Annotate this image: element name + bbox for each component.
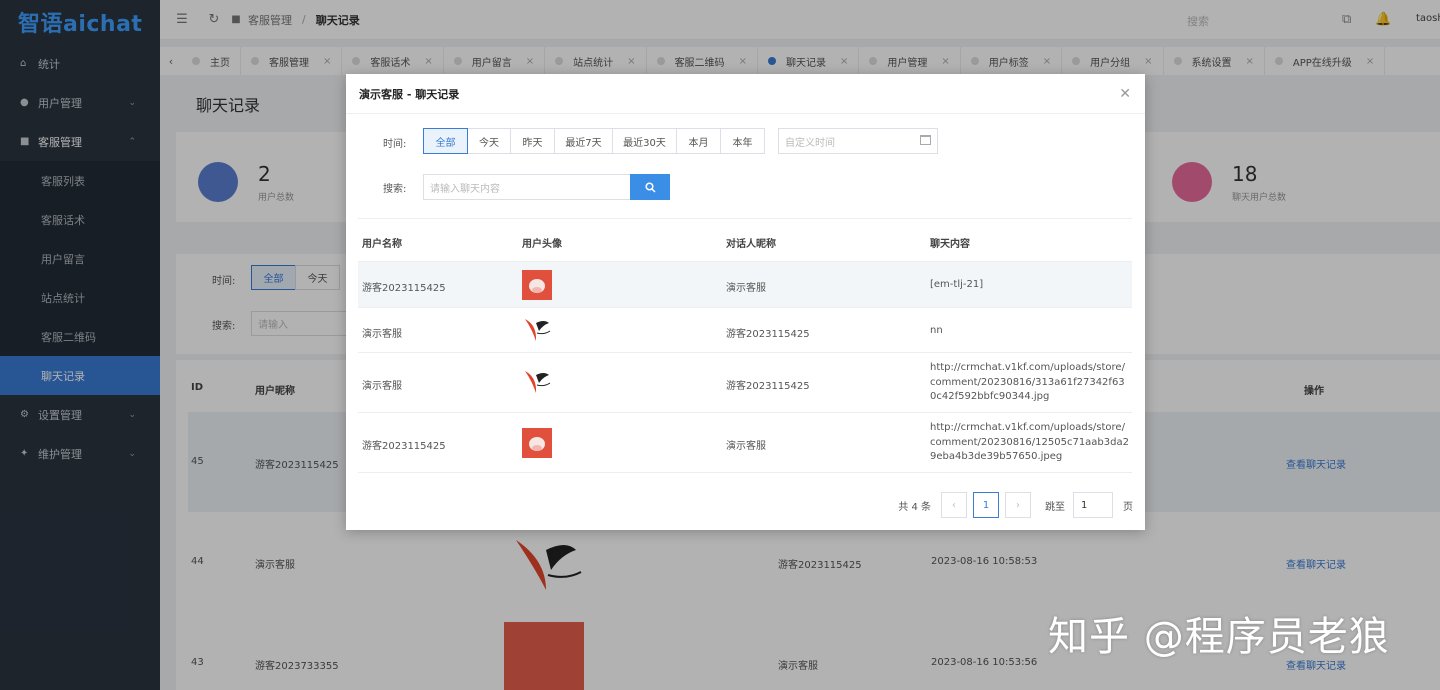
col-content: 聊天内容 bbox=[930, 239, 970, 250]
table-row[interactable]: 游客2023115425 演示客服 http://crmchat.v1kf.co… bbox=[358, 413, 1132, 473]
time-all-button[interactable]: 全部 bbox=[423, 128, 468, 154]
calendar-icon bbox=[920, 135, 931, 145]
search-placeholder: 请输入聊天内容 bbox=[430, 183, 500, 195]
col-user-name: 用户名称 bbox=[362, 239, 402, 250]
time-30days-button[interactable]: 最近30天 bbox=[612, 128, 677, 154]
time-month-button[interactable]: 本月 bbox=[676, 128, 721, 154]
time-label: 时间: bbox=[383, 139, 407, 150]
row-user-name: 演示客服 bbox=[362, 329, 402, 340]
total-count: 共 4 条 bbox=[898, 501, 931, 513]
row-peer: 游客2023115425 bbox=[726, 329, 810, 340]
row-user-name: 游客2023115425 bbox=[362, 441, 446, 452]
page-unit: 页 bbox=[1123, 501, 1133, 513]
next-page-button[interactable]: › bbox=[1005, 492, 1031, 518]
cow-icon bbox=[529, 437, 545, 451]
goto-label: 跳至 bbox=[1045, 501, 1065, 513]
time-year-button[interactable]: 本年 bbox=[720, 128, 765, 154]
table-row[interactable]: 游客2023115425 演示客服 [em-tlj-21] bbox=[358, 262, 1132, 308]
row-user-name: 演示客服 bbox=[362, 381, 402, 392]
row-user-name: 游客2023115425 bbox=[362, 283, 446, 294]
time-today-button[interactable]: 今天 bbox=[467, 128, 511, 154]
search-button[interactable] bbox=[630, 174, 670, 200]
prev-page-button[interactable]: ‹ bbox=[941, 492, 967, 518]
row-peer: 演示客服 bbox=[726, 283, 766, 294]
time-filter-group: 全部 今天 昨天 最近7天 最近30天 本月 本年 bbox=[423, 128, 765, 154]
pagination: 共 4 条 ‹ 1 › 跳至 1 页 bbox=[898, 492, 1133, 518]
time-7days-button[interactable]: 最近7天 bbox=[554, 128, 613, 154]
chat-table-header: 用户名称 用户头像 对话人昵称 聊天内容 bbox=[358, 218, 1132, 262]
chat-search-input[interactable]: 请输入聊天内容 bbox=[423, 174, 631, 200]
search-label: 搜索: bbox=[383, 184, 407, 195]
chat-records-modal: 演示客服 - 聊天记录 ✕ 时间: 全部 今天 昨天 最近7天 最近30天 本月… bbox=[346, 74, 1145, 530]
row-content: http://crmchat.v1kf.com/uploads/store/co… bbox=[930, 362, 1125, 402]
row-peer: 游客2023115425 bbox=[726, 381, 810, 392]
table-row[interactable]: 演示客服 游客2023115425 nn bbox=[358, 308, 1132, 353]
search-icon bbox=[644, 181, 656, 193]
date-placeholder: 自定义时间 bbox=[785, 137, 835, 149]
row-peer: 演示客服 bbox=[726, 441, 766, 452]
bird-avatar bbox=[525, 371, 551, 393]
watermark: 知乎 @程序员老狼 bbox=[1048, 614, 1390, 660]
table-row[interactable]: 演示客服 游客2023115425 http://crmchat.v1kf.co… bbox=[358, 353, 1132, 413]
cow-icon bbox=[529, 279, 545, 293]
time-yesterday-button[interactable]: 昨天 bbox=[510, 128, 555, 154]
col-avatar: 用户头像 bbox=[522, 239, 562, 250]
row-content: [em-tlj-21] bbox=[930, 279, 984, 290]
custom-date-input[interactable]: 自定义时间 bbox=[778, 128, 938, 154]
row-content: http://crmchat.v1kf.com/uploads/store/co… bbox=[930, 422, 1129, 462]
cow-avatar bbox=[522, 428, 552, 458]
modal-header: 演示客服 - 聊天记录 ✕ bbox=[346, 74, 1145, 114]
modal-title: 演示客服 - 聊天记录 bbox=[359, 87, 460, 101]
page-number[interactable]: 1 bbox=[973, 492, 999, 518]
goto-page-input[interactable]: 1 bbox=[1073, 492, 1113, 518]
row-content: nn bbox=[930, 325, 943, 336]
close-icon[interactable]: ✕ bbox=[1119, 86, 1131, 102]
cow-avatar bbox=[522, 270, 552, 300]
col-peer: 对话人昵称 bbox=[726, 239, 776, 250]
bird-avatar bbox=[525, 319, 551, 341]
chat-table: 用户名称 用户头像 对话人昵称 聊天内容 游客2023115425 演示客服 [… bbox=[358, 218, 1132, 473]
